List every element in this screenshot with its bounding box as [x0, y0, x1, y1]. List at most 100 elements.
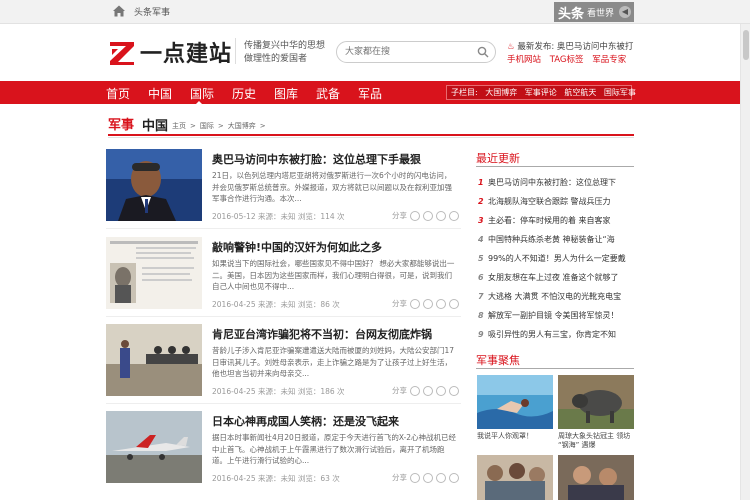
- photo-thumbnail[interactable]: [477, 455, 553, 500]
- sidebar-latest-item[interactable]: 6 女朋友想在车上过夜 准备这个就够了: [478, 272, 619, 283]
- breadcrumb-sep: >: [190, 122, 196, 130]
- logo-mark[interactable]: [108, 40, 136, 66]
- qq-icon[interactable]: [436, 298, 446, 309]
- sidebar-latest-text[interactable]: 女朋友想在车上过夜 准备这个就够了: [488, 273, 619, 282]
- scrollbar-thumb[interactable]: [743, 30, 749, 60]
- rank-number: 3: [478, 216, 484, 225]
- subnav-item-diplomacy[interactable]: 大国博弈: [485, 88, 517, 97]
- sidebar-divider: [476, 166, 634, 167]
- sidebar-latest-item[interactable]: 2 北海舰队海空联合跟踪 警战兵压力: [478, 196, 611, 207]
- subnav-item-commentary[interactable]: 军事评论: [525, 88, 557, 97]
- article-title[interactable]: 奥巴马访问中东被打脸：这位总理下手最狠: [212, 151, 421, 167]
- home-icon[interactable]: [112, 4, 126, 18]
- sidebar-latest-item[interactable]: 9 吸引异性的男人有三宝，你肯定不知: [478, 329, 616, 340]
- breadcrumb-home[interactable]: 主页: [172, 122, 186, 130]
- section-badge: 军事: [108, 118, 135, 133]
- qzone-icon[interactable]: [423, 385, 433, 396]
- sidebar-latest-item[interactable]: 1 奥巴马访问中东被打脸：这位总理下: [478, 177, 616, 188]
- subnav-item-intl-military[interactable]: 国际军事: [604, 88, 636, 97]
- article-item[interactable]: 奥巴马访问中东被打脸：这位总理下手最狠 21日，以色列总理内塔尼亚胡将对俄罗斯进…: [106, 149, 461, 229]
- qq-icon[interactable]: [436, 472, 446, 483]
- chevron-left-icon[interactable]: ◀: [619, 6, 631, 18]
- breadcrumb-intl[interactable]: 国际: [200, 122, 214, 130]
- share-bar: 分享: [392, 472, 459, 483]
- quick-link-mobile[interactable]: 手机网站: [507, 55, 541, 65]
- article-thumbnail[interactable]: [106, 411, 202, 483]
- rank-number: 9: [478, 330, 484, 339]
- sidebar-latest-text[interactable]: 主必看：停车时候用的着 来自客家: [488, 216, 611, 225]
- article-thumbnail[interactable]: [106, 149, 202, 221]
- sidebar-latest-item[interactable]: 3 主必看：停车时候用的着 来自客家: [478, 215, 611, 226]
- subnav-item-aerospace[interactable]: 航空航天: [564, 88, 596, 97]
- article-separator: [106, 228, 461, 229]
- photo-caption[interactable]: 周琼大象头钻冠主 领坊 “钢海” 遇爆: [558, 432, 634, 450]
- sidebar-latest-item[interactable]: 7 大逃格 大满贯 不怕汉电的光靴充电宝: [478, 291, 621, 302]
- qzone-icon[interactable]: [423, 472, 433, 483]
- breadcrumb-diplomacy[interactable]: 大国博弈: [228, 122, 256, 130]
- weibo-icon[interactable]: [410, 385, 420, 396]
- article-title[interactable]: 敲响警钟!中国的汉奸为何如此之多: [212, 239, 382, 255]
- sidebar-latest-item[interactable]: 5 99%的人不知道！男人为什么一定要戴: [478, 253, 626, 264]
- weibo-icon[interactable]: [410, 298, 420, 309]
- section-name: 中国: [142, 119, 169, 134]
- photo-thumbnail[interactable]: [558, 455, 634, 500]
- toutiao-brand[interactable]: 头条 看世界 ◀: [554, 2, 634, 22]
- article-title[interactable]: 肯尼亚台湾诈骗犯将不当初：台网友彻底炸锅: [212, 326, 432, 342]
- photo-thumbnail[interactable]: [558, 375, 634, 429]
- fire-icon: ♨: [507, 42, 515, 52]
- weibo-icon[interactable]: [410, 210, 420, 221]
- article-item[interactable]: 肯尼亚台湾诈骗犯将不当初：台网友彻底炸锅 昔龄儿子涉入肯尼亚诈骗案遭遣送大陆而被…: [106, 324, 461, 404]
- sidebar-latest-item[interactable]: 4 中国特种兵练杀老黄 神秘装备让“海: [478, 234, 615, 245]
- search-icon[interactable]: [477, 46, 489, 58]
- quick-link-tag[interactable]: TAG标签: [550, 55, 584, 65]
- search-input[interactable]: [345, 42, 475, 62]
- qzone-icon[interactable]: [423, 298, 433, 309]
- breadcrumb-sep: >: [259, 122, 266, 130]
- qq-icon[interactable]: [436, 210, 446, 221]
- more-share-icon[interactable]: [449, 472, 459, 483]
- nav-item-weapons[interactable]: 武备: [316, 85, 340, 102]
- more-share-icon[interactable]: [449, 298, 459, 309]
- sidebar-latest-text[interactable]: 北海舰队海空联合跟踪 警战兵压力: [488, 197, 611, 206]
- nav-item-history[interactable]: 历史: [232, 85, 256, 102]
- article-thumbnail[interactable]: [106, 237, 202, 309]
- sidebar-latest-text[interactable]: 解放军一副护目镜 令美国将军惊灵！: [488, 311, 619, 320]
- qzone-icon[interactable]: [423, 210, 433, 221]
- article-title[interactable]: 日本心神再成国人笑柄：还是没飞起来: [212, 413, 399, 429]
- article-meta: 2016-04-25 来源：未知 浏览：86 次: [212, 300, 340, 309]
- logo-text[interactable]: 一点建站: [140, 36, 232, 68]
- rank-number: 4: [478, 235, 484, 244]
- share-label: 分享: [392, 211, 407, 220]
- sidebar-latest-text[interactable]: 奥巴马访问中东被打脸：这位总理下: [488, 178, 616, 187]
- page-scrollbar[interactable]: [740, 24, 750, 500]
- nav-item-gear[interactable]: 军品: [358, 85, 382, 102]
- rank-number: 1: [478, 178, 484, 187]
- rank-number: 5: [478, 254, 484, 263]
- main-nav: 首页 中国 国际 历史 图库 武备 军品 子栏目: 大国博弈 军事评论 航空航天…: [0, 81, 750, 106]
- topbar-link[interactable]: 头条军事: [134, 5, 170, 18]
- latest-title[interactable]: 奥巴马访问中东被打: [557, 42, 634, 52]
- article-thumbnail[interactable]: [106, 324, 202, 396]
- sidebar-latest-text[interactable]: 大逃格 大满贯 不怕汉电的光靴充电宝: [488, 292, 621, 301]
- nav-item-home[interactable]: 首页: [106, 85, 130, 102]
- article-item[interactable]: 敲响警钟!中国的汉奸为何如此之多 如果说当下的国际社会，哪些国家见不得中国好？ …: [106, 237, 461, 317]
- qq-icon[interactable]: [436, 385, 446, 396]
- article-desc: 如果说当下的国际社会，哪些国家见不得中国好？ 想必大家都能够说出一二。美国，日本…: [212, 259, 455, 291]
- more-share-icon[interactable]: [449, 385, 459, 396]
- article-item[interactable]: 日本心神再成国人笑柄：还是没飞起来 据日本时事新闻社4月20日报道，原定于今天进…: [106, 411, 461, 491]
- nav-item-international[interactable]: 国际: [190, 85, 214, 106]
- sidebar-latest-text[interactable]: 99%的人不知道！男人为什么一定要戴: [488, 254, 626, 263]
- sidebar-latest-item[interactable]: 8 解放军一副护目镜 令美国将军惊灵！: [478, 310, 619, 321]
- nav-item-gallery[interactable]: 图库: [274, 85, 298, 102]
- weibo-icon[interactable]: [410, 472, 420, 483]
- search-box[interactable]: [336, 41, 496, 63]
- more-share-icon[interactable]: [449, 210, 459, 221]
- sidebar-latest-text[interactable]: 中国特种兵练杀老黄 神秘装备让“海: [488, 235, 615, 244]
- sidebar-latest-text[interactable]: 吸引异性的男人有三宝，你肯定不知: [488, 330, 616, 339]
- photo-thumbnail[interactable]: [477, 375, 553, 429]
- nav-item-china[interactable]: 中国: [148, 85, 172, 102]
- sidebar-latest-title: 最近更新: [476, 152, 520, 165]
- photo-caption[interactable]: 我说平人你观罩！: [477, 432, 553, 441]
- quick-link-expert[interactable]: 军品专家: [592, 55, 626, 65]
- article-meta: 2016-04-25 来源：未知 浏览：63 次: [212, 474, 340, 483]
